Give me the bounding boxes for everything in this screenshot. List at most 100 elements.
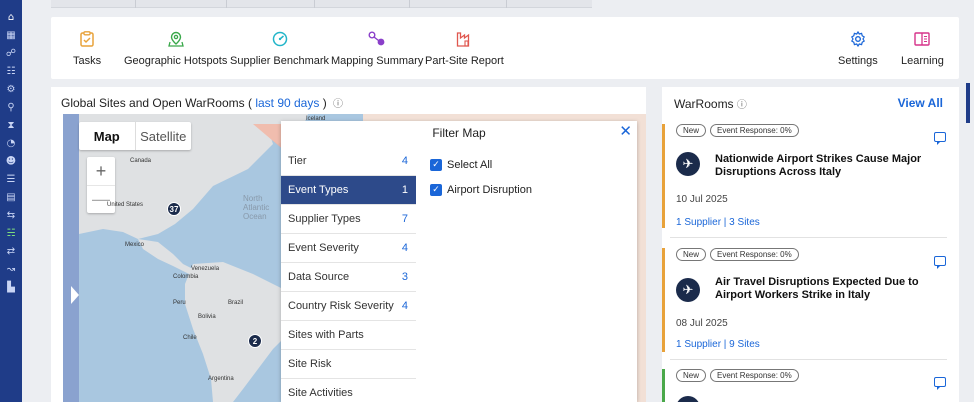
warroom-supplier-site-links[interactable]: 1 Supplier | 9 Sites <box>676 339 760 350</box>
checkbox-checked-icon[interactable]: ✓ <box>430 158 442 171</box>
event-response-badge: Event Response: 0% <box>710 369 799 382</box>
tasks-button[interactable]: Tasks <box>73 17 101 79</box>
new-badge: New <box>676 369 707 382</box>
routing-icon[interactable]: ↝ <box>4 262 18 277</box>
filter-item-count: 1 <box>401 184 408 196</box>
top-tab-strip <box>51 0 592 8</box>
comment-icon[interactable] <box>934 256 946 269</box>
geographic-hotspots-button[interactable]: Geographic Hotspots <box>124 17 227 79</box>
option-select-all[interactable]: ✓ Select All <box>430 152 532 177</box>
gauge-icon <box>271 30 289 48</box>
close-icon[interactable]: ✕ <box>619 122 632 140</box>
filter-item-site-activities[interactable]: Site Activities <box>281 379 416 402</box>
people-icon[interactable]: ☻ <box>4 154 18 169</box>
card-divider <box>670 237 947 238</box>
filter-item-count: 4 <box>401 242 408 254</box>
comment-icon[interactable] <box>934 377 946 390</box>
filter-item-count: 3 <box>401 271 408 283</box>
part-site-report-label: Part-Site Report <box>425 54 504 67</box>
warroom-title[interactable]: Air Travel Disruptions Expected Due to A… <box>715 276 930 302</box>
filter-item-label: Sites with Parts <box>288 329 364 341</box>
checkbox-checked-icon[interactable]: ✓ <box>430 183 442 196</box>
network-icon[interactable]: ☵ <box>4 226 18 241</box>
supplier-benchmark-button[interactable]: Supplier Benchmark <box>230 17 329 79</box>
settings-label: Settings <box>838 54 878 67</box>
swap-icon[interactable]: ⇆ <box>4 208 18 223</box>
filter-item-count: 4 <box>401 155 408 167</box>
mapping-summary-button[interactable]: Mapping Summary <box>331 17 423 79</box>
strip-divider <box>135 0 136 8</box>
map-card-title: Global Sites and Open WarRooms ( last 90… <box>61 95 343 110</box>
satellite-view-button[interactable]: Satellite <box>134 122 192 150</box>
list-icon[interactable]: ☰ <box>4 172 18 187</box>
date-range-link[interactable]: last 90 days <box>255 96 319 110</box>
warroom-title[interactable]: Nationwide Airport Strikes Cause Major D… <box>715 153 930 179</box>
settings-button[interactable]: Settings <box>838 17 878 79</box>
users-group-icon[interactable]: ☷ <box>4 64 18 79</box>
learning-button[interactable]: Learning <box>901 17 944 79</box>
airplane-icon: ✈ <box>676 396 700 402</box>
filter-item-event-types[interactable]: Event Types 1 <box>281 176 416 205</box>
map-label-peru: Peru <box>173 300 186 306</box>
comment-icon[interactable] <box>934 132 946 145</box>
scrollbar-thumb[interactable] <box>966 83 970 123</box>
expand-arrow-icon <box>71 286 79 304</box>
search-person-icon[interactable]: ⚲ <box>4 100 18 115</box>
filter-map-panel: Filter Map ✕ Tier 4 Event Types 1 Supplier… <box>281 121 637 402</box>
site-cluster-brazil[interactable]: 2 <box>248 334 262 348</box>
filter-item-count: 4 <box>401 300 408 312</box>
gear-small-icon[interactable]: ⚙ <box>4 82 18 97</box>
mapping-summary-label: Mapping Summary <box>331 54 424 67</box>
map-view-button[interactable]: Map <box>79 122 135 150</box>
map-title-suffix: ) <box>322 96 327 110</box>
hourglass-icon[interactable]: ⧗ <box>4 118 18 133</box>
map-pin-icon <box>167 30 185 48</box>
filter-item-sites-with-parts[interactable]: Sites with Parts <box>281 321 416 350</box>
geographic-hotspots-label: Geographic Hotspots <box>124 54 228 67</box>
hierarchy-icon[interactable]: ☍ <box>4 46 18 61</box>
gauge-icon[interactable]: ◔ <box>4 136 18 151</box>
factory-icon[interactable]: ▙ <box>4 280 18 295</box>
map-label-argentina: Argentina <box>208 376 234 382</box>
event-response-badge: Event Response: 0% <box>710 124 799 137</box>
filter-item-data-source[interactable]: Data Source 3 <box>281 263 416 292</box>
zoom-out-button[interactable]: — <box>87 185 115 213</box>
map-label-brazil: Brazil <box>228 300 244 306</box>
map-collapse-tab[interactable] <box>63 114 79 402</box>
view-all-link[interactable]: View All <box>898 96 943 110</box>
zoom-in-button[interactable]: + <box>87 157 115 185</box>
connected-nodes-icon <box>368 30 386 48</box>
gear-icon <box>849 30 867 48</box>
site-cluster-us[interactable]: 37 <box>167 202 181 216</box>
warroom-card[interactable]: New Event Response: 0% ✈ <box>662 369 947 402</box>
airplane-icon: ✈ <box>676 152 700 176</box>
map-label-us: United States <box>107 202 144 208</box>
info-icon[interactable]: ⓘ <box>333 99 343 110</box>
warroom-date: 08 Jul 2025 <box>676 318 728 329</box>
warroom-card[interactable]: New Event Response: 0% ✈ Nationwide Airp… <box>662 124 947 228</box>
warroom-card[interactable]: New Event Response: 0% ✈ Air Travel Disr… <box>662 248 947 352</box>
strip-divider <box>226 0 227 8</box>
filter-item-event-severity[interactable]: Event Severity 4 <box>281 234 416 263</box>
page-scrollbar[interactable] <box>962 83 974 402</box>
filter-item-label: Event Types <box>288 184 349 196</box>
option-airport-disruption[interactable]: ✓ Airport Disruption <box>430 177 532 202</box>
map-label-canada: Canada <box>130 158 152 164</box>
warroom-supplier-site-links[interactable]: 1 Supplier | 3 Sites <box>676 217 760 228</box>
home-icon[interactable]: ⌂ <box>4 10 18 25</box>
option-label: Airport Disruption <box>447 183 532 196</box>
map-label-atlantic: North Atlantic Ocean <box>243 194 270 221</box>
info-icon[interactable]: ⓘ <box>737 100 747 111</box>
filter-item-site-risk[interactable]: Site Risk <box>281 350 416 379</box>
filter-item-tier[interactable]: Tier 4 <box>281 147 416 176</box>
filter-item-country-risk-severity[interactable]: Country Risk Severity 4 <box>281 292 416 321</box>
filter-item-supplier-types[interactable]: Supplier Types 7 <box>281 205 416 234</box>
filter-item-label: Site Risk <box>288 358 332 370</box>
calendar-icon[interactable]: ▦ <box>4 28 18 43</box>
document-icon[interactable]: ▤ <box>4 190 18 205</box>
part-site-report-button[interactable]: Part-Site Report <box>425 17 504 79</box>
arrows-icon[interactable]: ⇄ <box>4 244 18 259</box>
strip-divider <box>314 0 315 8</box>
quick-actions-toolbar: Tasks Geographic Hotspots Supplier Bench… <box>51 17 959 79</box>
new-badge: New <box>676 124 707 137</box>
